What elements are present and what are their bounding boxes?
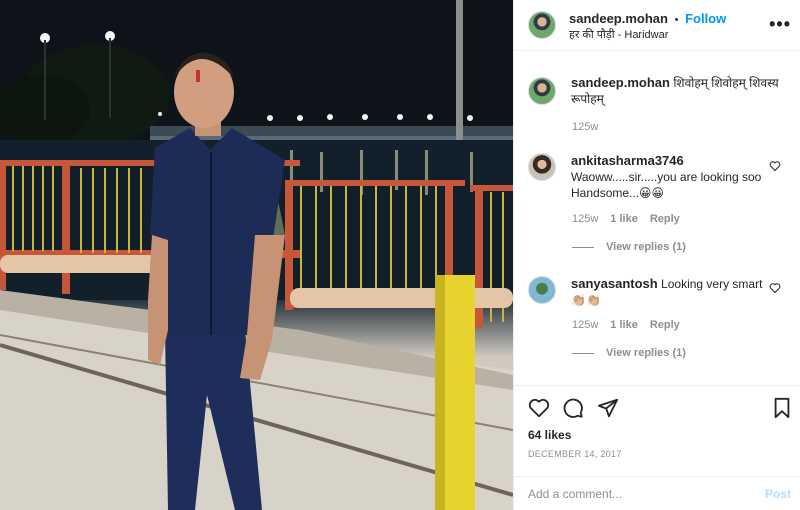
comment-age: 125w	[572, 213, 599, 225]
view-replies-button[interactable]: View replies (1)	[572, 347, 686, 359]
comment-username[interactable]: ankitasharma3746	[571, 153, 684, 168]
heart-icon[interactable]	[769, 282, 781, 294]
view-replies-label: View replies (1)	[606, 241, 686, 253]
comment-text: Waoww.....sir.....you are looking soo Ha…	[571, 170, 762, 200]
more-horizontal-icon[interactable]: •••	[769, 14, 791, 35]
post-header: sandeep.mohan • Follow हर की पौड़ी - Har…	[514, 0, 800, 51]
reply-button[interactable]: Reply	[650, 319, 680, 331]
follow-button[interactable]: Follow	[685, 11, 726, 26]
comment-icon[interactable]	[562, 397, 584, 419]
comments-list[interactable]: sandeep.mohan शिवोहम् शिवोहम् शिवस्य रूप…	[514, 51, 800, 385]
caption: sandeep.mohan शिवोहम् शिवोहम् शिवस्य रूप…	[571, 75, 781, 107]
post-button[interactable]: Post	[765, 487, 791, 501]
location-name: Haridwar	[624, 29, 669, 41]
author-avatar[interactable]	[528, 11, 556, 39]
dash-line	[572, 352, 594, 354]
post-photo[interactable]	[0, 0, 513, 510]
post-date[interactable]: DECEMBER 14, 2017	[528, 449, 622, 459]
comment-input[interactable]	[528, 485, 748, 503]
bookmark-icon[interactable]	[771, 397, 793, 419]
caption-age: 125w	[572, 121, 599, 133]
location-sep: -	[614, 29, 625, 41]
view-replies-label: View replies (1)	[606, 347, 686, 359]
view-replies-button[interactable]: View replies (1)	[572, 241, 686, 253]
photo-scene	[0, 0, 513, 510]
likes-count[interactable]: 64 likes	[528, 428, 571, 442]
author-line: sandeep.mohan • Follow	[569, 11, 726, 26]
location-prefix: हर की पौड़ी	[569, 29, 615, 41]
comment-age: 125w	[572, 319, 599, 331]
caption-avatar[interactable]	[528, 77, 556, 105]
comment-meta: 125w 1 like Reply	[572, 213, 680, 225]
comment-item: sanyasantosh Looking very smart 👏🏼👏🏼	[571, 276, 766, 308]
heart-icon[interactable]	[528, 397, 550, 419]
author-username[interactable]: sandeep.mohan	[569, 11, 668, 26]
separator-dot: •	[674, 14, 679, 26]
comment-username[interactable]: sanyasantosh	[571, 276, 658, 291]
comment-avatar[interactable]	[528, 153, 556, 181]
comment-meta: 125w 1 like Reply	[572, 319, 680, 331]
reply-button[interactable]: Reply	[650, 213, 680, 225]
location-line[interactable]: हर की पौड़ी - Haridwar	[569, 27, 668, 42]
post-side-panel: sandeep.mohan • Follow हर की पौड़ी - Har…	[513, 0, 800, 510]
comment-likes[interactable]: 1 like	[610, 213, 638, 225]
heart-icon[interactable]	[769, 160, 781, 172]
share-icon[interactable]	[597, 397, 619, 419]
post-actions: 64 likes DECEMBER 14, 2017 Post	[514, 385, 800, 510]
comment-avatar[interactable]	[528, 276, 556, 304]
comment-item: ankitasharma3746 Waoww.....sir.....you a…	[571, 153, 766, 201]
add-comment-bar: Post	[514, 476, 800, 510]
comment-likes[interactable]: 1 like	[610, 319, 638, 331]
caption-username[interactable]: sandeep.mohan	[571, 75, 670, 90]
dash-line	[572, 246, 594, 248]
